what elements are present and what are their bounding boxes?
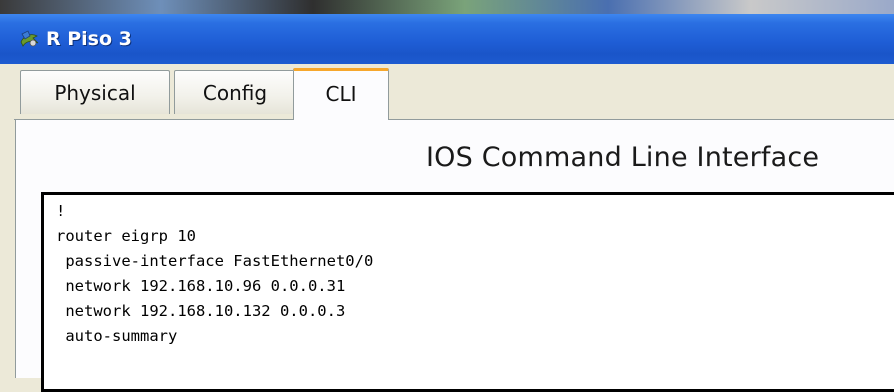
tab-bar: Physical Config CLI bbox=[14, 64, 894, 120]
terminal-line: ! bbox=[56, 202, 66, 220]
background-window-strip bbox=[0, 0, 894, 14]
cli-terminal[interactable]: ! router eigrp 10 passive-interface Fast… bbox=[41, 192, 894, 392]
tab-config-label: Config bbox=[202, 80, 268, 105]
tab-cli-label: CLI bbox=[325, 81, 357, 106]
tab-physical[interactable]: Physical bbox=[20, 70, 170, 114]
tab-physical-label: Physical bbox=[54, 80, 136, 105]
tab-cli[interactable]: CLI bbox=[293, 68, 389, 120]
cli-heading: IOS Command Line Interface bbox=[426, 142, 820, 173]
terminal-line: network 192.168.10.96 0.0.0.31 bbox=[56, 277, 346, 295]
terminal-line: network 192.168.10.132 0.0.0.3 bbox=[56, 302, 346, 320]
terminal-line: auto-summary bbox=[56, 327, 178, 345]
cli-panel: IOS Command Line Interface ! router eigr… bbox=[15, 120, 894, 392]
tab-config[interactable]: Config bbox=[174, 70, 296, 114]
terminal-line: passive-interface FastEthernet0/0 bbox=[56, 252, 374, 270]
window-title: R Piso 3 bbox=[46, 28, 132, 50]
terminal-line: router eigrp 10 bbox=[56, 227, 196, 245]
tab-divider bbox=[14, 119, 894, 120]
packet-tracer-router-icon bbox=[18, 28, 40, 50]
window-titlebar[interactable]: R Piso 3 bbox=[0, 14, 894, 64]
terminal-output: ! router eigrp 10 passive-interface Fast… bbox=[56, 199, 373, 349]
